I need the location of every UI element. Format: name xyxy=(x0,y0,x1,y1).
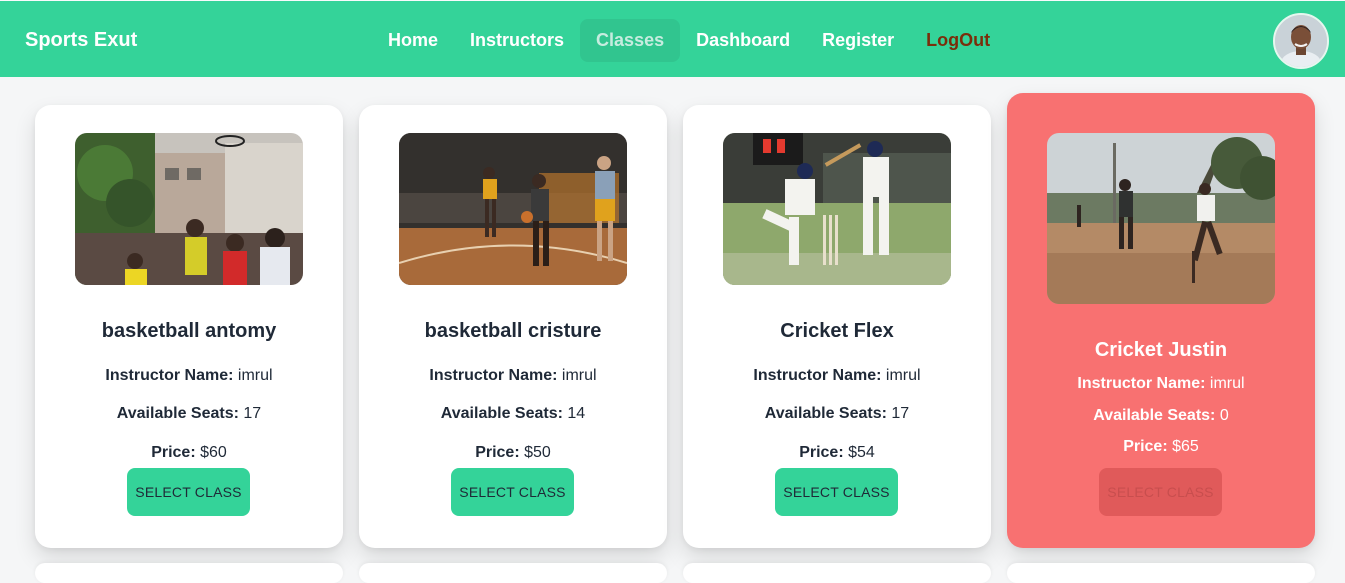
instructor-label: Instructor Name: xyxy=(105,367,234,384)
instructor-value: imrul xyxy=(1209,375,1245,392)
price-label: Price: xyxy=(799,444,844,461)
class-card: basketball antomy Instructor Name: imrul… xyxy=(35,105,343,548)
next-row-card xyxy=(1007,563,1315,583)
instructor-value: imrul xyxy=(237,367,273,384)
price-value: $65 xyxy=(1172,438,1199,455)
price-value: $50 xyxy=(524,444,551,461)
seats-label: Available Seats: xyxy=(1093,407,1216,424)
class-card: basketball cristure Instructor Name: imr… xyxy=(359,105,667,548)
seats-row: Available Seats: 17 xyxy=(35,405,343,423)
class-name: basketball cristure xyxy=(424,320,602,342)
nav-register[interactable]: Register xyxy=(806,19,910,62)
instructor-label: Instructor Name: xyxy=(1077,375,1206,392)
select-class-button[interactable]: SELECT CLASS xyxy=(451,468,574,516)
price-label: Price: xyxy=(475,444,520,461)
beach-cricket-photo-icon xyxy=(1047,133,1275,304)
cricket-photo-icon xyxy=(723,133,951,285)
instructor-row: Instructor Name: imrul xyxy=(683,367,991,385)
navbar: Sports Exut Home Instructors Classes Das… xyxy=(0,0,1345,77)
nav-logout[interactable]: LogOut xyxy=(910,19,1006,62)
price-value: $54 xyxy=(848,444,875,461)
class-name: basketball antomy xyxy=(101,320,277,342)
select-class-button[interactable]: SELECT CLASS xyxy=(127,468,250,516)
price-label: Price: xyxy=(151,444,196,461)
user-avatar[interactable] xyxy=(1273,13,1329,69)
seats-row: Available Seats: 0 xyxy=(1007,407,1315,425)
instructor-label: Instructor Name: xyxy=(429,367,558,384)
next-row-card xyxy=(35,563,343,583)
price-label: Price: xyxy=(1123,438,1168,455)
seats-row: Available Seats: 17 xyxy=(683,405,991,423)
seats-value: 17 xyxy=(243,405,262,422)
class-name: Cricket Flex xyxy=(780,320,894,342)
nav-classes[interactable]: Classes xyxy=(580,18,681,62)
class-image xyxy=(1047,133,1275,304)
seats-label: Available Seats: xyxy=(440,405,563,422)
brand-logo[interactable]: Sports Exut xyxy=(25,29,137,52)
seats-label: Available Seats: xyxy=(764,405,887,422)
instructor-value: imrul xyxy=(885,367,921,384)
instructor-row: Instructor Name: imrul xyxy=(35,367,343,385)
avatar-image xyxy=(1275,15,1327,67)
class-cards: basketball antomy Instructor Name: imrul… xyxy=(35,93,1315,553)
class-card: Cricket Flex Instructor Name: imrul Avai… xyxy=(683,105,991,548)
basketball-photo-icon xyxy=(75,133,303,285)
price-row: Price: $54 xyxy=(683,444,991,462)
price-row: Price: $50 xyxy=(359,444,667,462)
seats-value: 14 xyxy=(567,405,586,422)
instructor-row: Instructor Name: imrul xyxy=(359,367,667,385)
instructor-label: Instructor Name: xyxy=(753,367,882,384)
nav-instructors[interactable]: Instructors xyxy=(454,19,580,62)
instructor-value: imrul xyxy=(561,367,597,384)
seats-value: 17 xyxy=(891,405,910,422)
select-class-button-disabled: SELECT CLASS xyxy=(1099,468,1222,516)
class-image xyxy=(399,133,627,285)
class-image xyxy=(75,133,303,285)
select-class-button[interactable]: SELECT CLASS xyxy=(775,468,898,516)
price-row: Price: $65 xyxy=(1007,438,1315,456)
seats-label: Available Seats: xyxy=(116,405,239,422)
seats-value: 0 xyxy=(1219,407,1229,424)
class-name: Cricket Justin xyxy=(1094,339,1228,361)
nav-links: Home Instructors Classes Dashboard Regis… xyxy=(372,17,1006,63)
next-row-card xyxy=(683,563,991,583)
class-card-full: Cricket Justin Instructor Name: imrul Av… xyxy=(1007,93,1315,548)
nav-dashboard[interactable]: Dashboard xyxy=(680,19,806,62)
price-row: Price: $60 xyxy=(35,444,343,462)
basketball-court-photo-icon xyxy=(399,133,627,285)
class-image xyxy=(723,133,951,285)
seats-row: Available Seats: 14 xyxy=(359,405,667,423)
next-row-card xyxy=(359,563,667,583)
price-value: $60 xyxy=(200,444,227,461)
nav-home[interactable]: Home xyxy=(372,19,454,62)
instructor-row: Instructor Name: imrul xyxy=(1007,375,1315,393)
